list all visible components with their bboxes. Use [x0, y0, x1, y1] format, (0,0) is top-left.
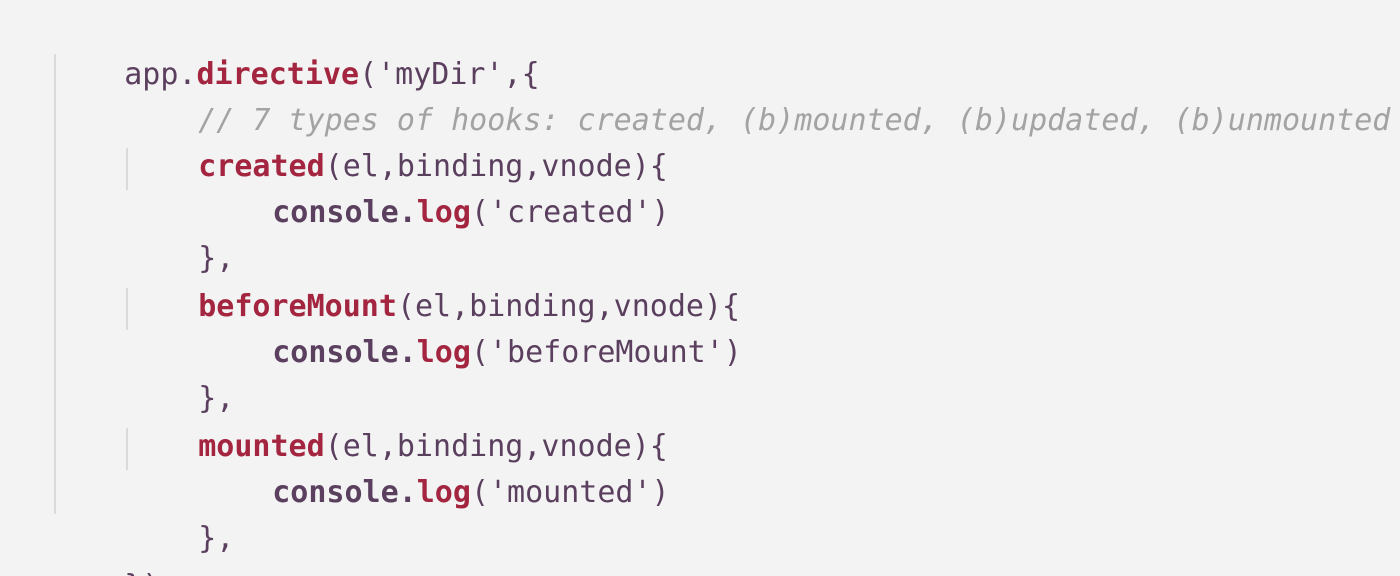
log-method: log: [416, 335, 471, 370]
code-line-7: console.log('beforeMount'): [200, 284, 742, 370]
log-method: log: [416, 195, 471, 230]
log-args: ('created'): [470, 195, 670, 230]
code-line-3: created(el,binding,vnode){: [126, 98, 668, 184]
block-close: },: [198, 521, 235, 556]
code-line-6: beforeMount(el,binding,vnode){: [126, 238, 740, 324]
console-object: console.: [272, 475, 417, 510]
code-editor: app.directive('myDir',{ // 7 types of ho…: [0, 0, 1400, 576]
directive-close: }): [124, 569, 160, 576]
code-line-12: }): [52, 518, 160, 576]
console-object: console.: [272, 195, 417, 230]
code-line-10: console.log('mounted'): [200, 424, 669, 510]
code-line-11: },: [126, 470, 234, 556]
console-object: console.: [272, 335, 417, 370]
code-line-5: },: [126, 190, 234, 276]
code-line-1: app.directive('myDir',{: [52, 6, 539, 92]
log-args: ('beforeMount'): [470, 335, 742, 370]
code-line-2: // 7 types of hooks: created, (b)mounted…: [126, 52, 1390, 138]
code-line-4: console.log('created'): [200, 144, 669, 230]
code-line-9: mounted(el,binding,vnode){: [126, 378, 668, 464]
code-line-8: },: [126, 330, 234, 416]
log-method: log: [416, 475, 471, 510]
log-args: ('mounted'): [470, 475, 670, 510]
